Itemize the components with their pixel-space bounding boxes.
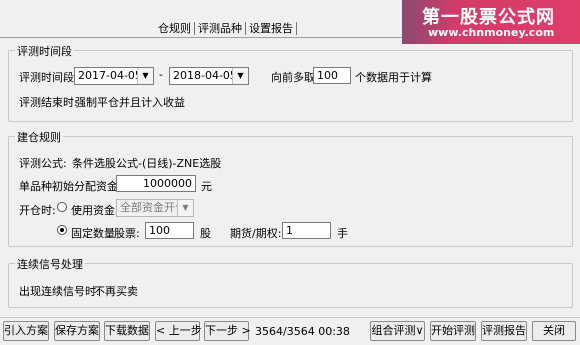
import-plan-button[interactable]: 引入方案	[3, 321, 49, 341]
period-group-title: 评测时间段	[15, 43, 74, 59]
period-group: 评测时间段	[8, 43, 573, 122]
signal-group-title: 连续信号处理	[15, 256, 85, 272]
tab-list: 仓规则 评测品种 设置报告	[155, 22, 297, 35]
futures-qty-input[interactable]: 1	[282, 222, 331, 239]
test-report-button[interactable]: 评测报告	[481, 321, 527, 341]
fixed-qty-label[interactable]: 固定数量	[71, 225, 115, 241]
formula-value: 条件选股公式-(日线)-ZNE选股	[72, 157, 222, 170]
start-test-button[interactable]: 开始评测	[430, 321, 476, 341]
signal-label: 出现连续信号时:	[19, 285, 100, 298]
footer-divider	[0, 317, 580, 318]
dropdown-arrow-icon[interactable]: ▼	[177, 200, 193, 216]
tab-report-settings[interactable]: 设置报告	[245, 22, 296, 35]
period-label: 评测时间段:	[19, 71, 78, 84]
lookback-suffix: 个数据用于计算	[355, 71, 432, 84]
next-step-button[interactable]: 下一步 >	[204, 321, 251, 341]
futures-unit: 手	[337, 227, 348, 240]
end-date-picker[interactable]: 2018-04-05 ▼	[169, 67, 249, 85]
tab-position-rules[interactable]: 仓规则	[155, 22, 194, 35]
lookback-input[interactable]: 100	[313, 67, 351, 84]
lookback-label: 向前多取	[271, 71, 315, 84]
formula-label: 评测公式:	[19, 157, 67, 170]
dropdown-arrow-icon[interactable]: ▼	[137, 68, 153, 84]
build-group-title: 建仓规则	[15, 129, 63, 145]
futures-label: 期货/期权:	[230, 227, 282, 240]
open-label: 开仓时:	[19, 204, 56, 217]
capital-input[interactable]: 1000000	[116, 175, 196, 192]
prev-step-button[interactable]: < 上一步	[155, 321, 202, 341]
end-action-value: 强制平仓并且计入收益	[75, 96, 185, 109]
logo-url: www.chnmoney.com	[428, 26, 555, 39]
fixed-qty-radio[interactable]	[57, 225, 67, 235]
start-date-picker[interactable]: 2017-04-05 ▼	[74, 67, 154, 85]
start-date-value: 2017-04-05	[78, 69, 142, 82]
use-capital-radio[interactable]	[57, 202, 67, 212]
tab-separator	[296, 22, 297, 35]
combo-test-button[interactable]: 组合评测∨	[370, 321, 425, 341]
progress-status: 3564/3564 00:38	[255, 325, 350, 338]
download-data-button[interactable]: 下载数据	[104, 321, 150, 341]
capital-unit: 元	[201, 180, 212, 193]
signal-value: 不再买卖	[94, 285, 138, 298]
end-action-label: 评测结束时:	[19, 96, 78, 109]
capital-label: 单品种初始分配资金:	[19, 180, 122, 193]
stock-unit: 股	[200, 227, 211, 240]
use-capital-label[interactable]: 使用资金	[71, 202, 115, 218]
date-dash: -	[159, 68, 163, 81]
tab-test-varieties[interactable]: 评测品种	[194, 22, 245, 35]
save-plan-button[interactable]: 保存方案	[54, 321, 100, 341]
end-date-value: 2018-04-05	[173, 69, 237, 82]
close-button[interactable]: 关闭	[532, 321, 576, 341]
stock-label: 股票:	[114, 227, 140, 240]
stock-qty-input[interactable]: 100	[145, 222, 194, 239]
site-logo: 第一股票公式网 www.chnmoney.com	[402, 0, 580, 44]
capital-mode-select[interactable]: 全部资金开仓 ▼	[116, 199, 194, 217]
dropdown-arrow-icon[interactable]: ▼	[232, 68, 248, 84]
